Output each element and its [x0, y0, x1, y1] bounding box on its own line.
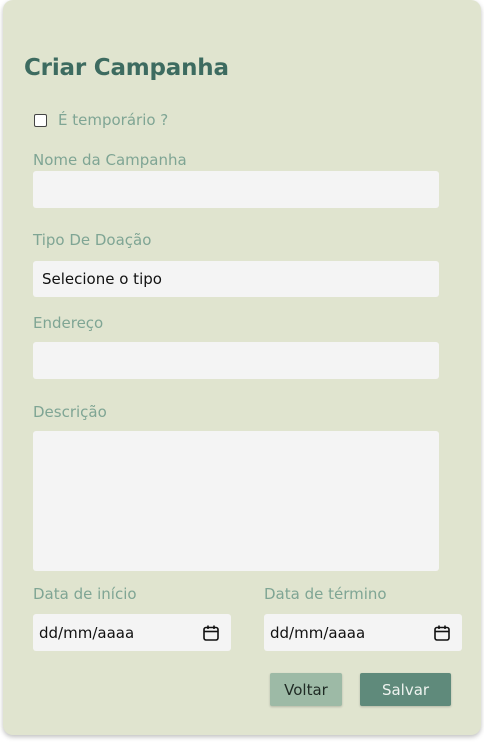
end-date-input[interactable]: dd/mm/aaaa: [264, 614, 462, 651]
campaign-name-label: Nome da Campanha: [33, 151, 187, 169]
temporary-checkbox-row[interactable]: É temporário ?: [34, 111, 168, 129]
start-date-placeholder: dd/mm/aaaa: [39, 623, 135, 642]
donation-type-selected-value: Selecione o tipo: [42, 270, 162, 288]
save-button[interactable]: Salvar: [360, 673, 451, 706]
donation-type-select[interactable]: Selecione o tipo: [33, 261, 439, 297]
end-date-label: Data de término: [264, 585, 387, 603]
campaign-name-input[interactable]: [33, 171, 439, 208]
calendar-icon[interactable]: [433, 624, 451, 642]
page-title: Criar Campanha: [24, 55, 229, 81]
donation-type-label: Tipo De Doação: [33, 231, 152, 249]
address-label: Endereço: [33, 314, 104, 332]
end-date-placeholder: dd/mm/aaaa: [270, 623, 366, 642]
description-textarea[interactable]: [33, 431, 439, 571]
calendar-icon[interactable]: [202, 624, 220, 642]
description-label: Descrição: [33, 403, 107, 421]
temporary-checkbox-label[interactable]: É temporário ?: [58, 111, 168, 129]
address-input[interactable]: [33, 342, 439, 379]
start-date-label: Data de início: [33, 585, 137, 603]
start-date-input[interactable]: dd/mm/aaaa: [33, 614, 231, 651]
back-button[interactable]: Voltar: [270, 673, 342, 706]
create-campaign-card: Criar Campanha É temporário ? Nome da Ca…: [3, 0, 481, 735]
temporary-checkbox[interactable]: [34, 113, 47, 127]
